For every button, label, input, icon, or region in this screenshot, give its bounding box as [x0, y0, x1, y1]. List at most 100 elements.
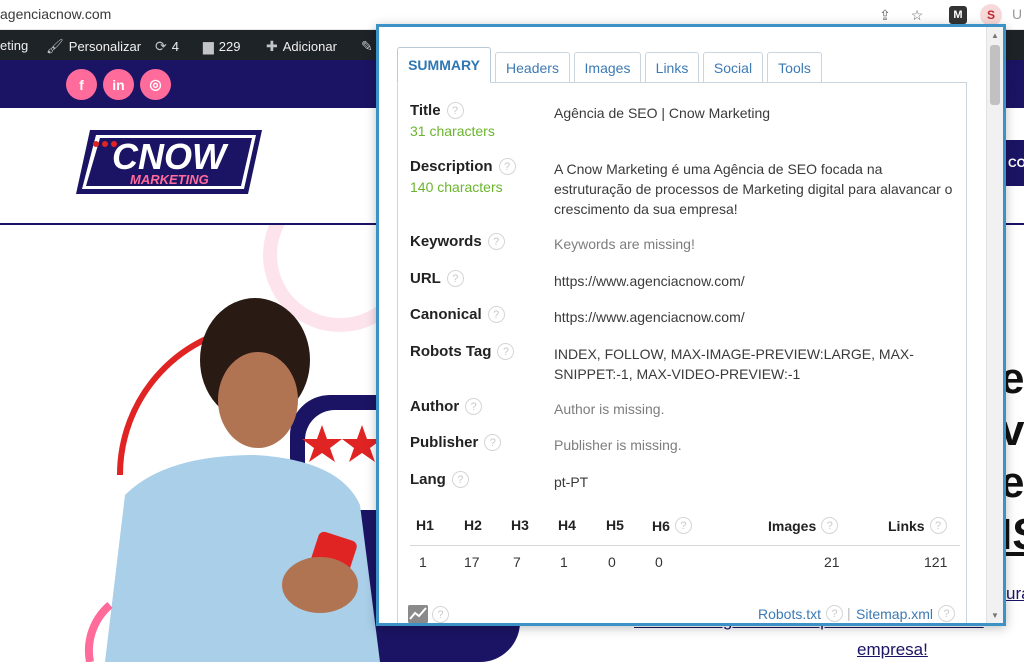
- publisher-value: Publisher is missing.: [554, 437, 682, 453]
- robots-txt-link[interactable]: Robots.txt: [758, 606, 821, 622]
- brush-icon: 🖌: [46, 38, 64, 54]
- h6-count: 0: [655, 554, 663, 570]
- row-label: Canonical: [410, 306, 482, 323]
- admin-site-label: eting: [0, 38, 29, 53]
- links-count: 121: [924, 554, 948, 570]
- description-value: A Cnow Marketing é uma Agência de SEO fo…: [554, 161, 953, 217]
- keywords-value: Keywords are missing!: [554, 236, 695, 252]
- instagram-icon[interactable]: ◎: [140, 69, 171, 100]
- updates-icon: ⟳: [155, 38, 167, 54]
- help-icon[interactable]: ?: [432, 606, 449, 623]
- admin-customize-link[interactable]: 🖌 Personalizar: [46, 38, 141, 55]
- help-icon[interactable]: ?: [498, 158, 516, 175]
- help-icon[interactable]: ?: [938, 605, 956, 622]
- heading-col-images: Images: [768, 517, 817, 534]
- h3-count: 7: [513, 554, 521, 570]
- cnow-logo[interactable]: CNOW MARKETING: [72, 124, 268, 200]
- tab-headers[interactable]: Headers: [495, 52, 570, 82]
- row-label: Author: [410, 398, 460, 415]
- summary-panel: Title? 31 characters Agência de SEO | Cn…: [397, 82, 967, 623]
- address-bar[interactable]: agenciacnow.com: [0, 6, 111, 22]
- h5-count: 0: [608, 554, 616, 570]
- heading-col-h5: H5: [606, 517, 624, 533]
- share-icon[interactable]: ⇪: [874, 4, 896, 26]
- extension-m-icon[interactable]: M: [949, 6, 967, 24]
- logo-text-bottom: MARKETING: [130, 172, 209, 187]
- row-label: Lang: [410, 471, 446, 488]
- tab-links[interactable]: Links: [645, 52, 699, 82]
- sitemap-xml-link[interactable]: Sitemap.xml: [856, 606, 933, 622]
- footer-separator: |: [847, 605, 851, 621]
- heading-col-h2: H2: [464, 517, 482, 533]
- heading-col-h6: H6: [652, 517, 670, 534]
- hero-subtext-line: empresa!: [857, 640, 928, 659]
- admin-edit-link[interactable]: ✎: [361, 38, 373, 55]
- author-value: Author is missing.: [554, 401, 665, 417]
- profile-letter[interactable]: U: [1012, 6, 1022, 22]
- help-icon[interactable]: ?: [826, 605, 844, 622]
- logo-text-top: CNOW: [112, 136, 229, 177]
- help-icon[interactable]: ?: [497, 343, 515, 360]
- help-icon[interactable]: ?: [484, 434, 502, 451]
- help-icon[interactable]: ?: [821, 517, 839, 534]
- url-value: https://www.agenciacnow.com/: [554, 273, 745, 289]
- admin-customize-label: Personalizar: [68, 39, 142, 54]
- admin-updates-count: 4: [171, 39, 179, 54]
- pencil-icon: ✎: [361, 38, 373, 54]
- admin-add-label: Adicionar: [282, 39, 337, 54]
- tab-tools[interactable]: Tools: [767, 52, 822, 82]
- popup-scrollbar[interactable]: ▲ ▼: [986, 27, 1003, 623]
- help-icon[interactable]: ?: [451, 471, 469, 488]
- h2-count: 17: [464, 554, 480, 570]
- plus-icon: ✚: [266, 38, 278, 54]
- tab-summary[interactable]: SUMMARY: [397, 47, 491, 83]
- title-value: Agência de SEO | Cnow Marketing: [554, 105, 771, 121]
- h1-count: 1: [419, 554, 427, 570]
- extension-seo-icon[interactable]: S: [980, 4, 1002, 26]
- linkedin-icon[interactable]: in: [103, 69, 134, 100]
- admin-comments-link[interactable]: ▆ 229: [203, 38, 240, 55]
- admin-comments-count: 229: [218, 39, 241, 54]
- tab-social[interactable]: Social: [703, 52, 763, 82]
- seo-extension-popup: ▲ ▼ SUMMARY Headers Images Links Social …: [376, 24, 1006, 626]
- chart-icon[interactable]: [408, 605, 428, 623]
- screen: agenciacnow.com ⇪ ☆ M S U eting 🖌 Person…: [0, 0, 1024, 662]
- facebook-icon[interactable]: f: [66, 69, 97, 100]
- scroll-down-icon[interactable]: ▼: [987, 607, 1003, 623]
- help-icon[interactable]: ?: [487, 233, 505, 250]
- heading-col-h1: H1: [416, 517, 434, 533]
- scroll-up-icon[interactable]: ▲: [987, 27, 1003, 43]
- admin-add-link[interactable]: ✚ Adicionar: [266, 38, 337, 55]
- row-label: URL: [410, 270, 441, 287]
- help-icon[interactable]: ?: [446, 102, 464, 119]
- lang-value: pt-PT: [554, 474, 589, 490]
- hero-subtext-line: ura: [1006, 584, 1024, 603]
- row-label: Description: [410, 158, 493, 175]
- star-icon[interactable]: ☆: [906, 4, 928, 26]
- heading-col-h3: H3: [511, 517, 529, 533]
- robots-value: INDEX, FOLLOW, MAX-IMAGE-PREVIEW:LARGE, …: [554, 346, 914, 382]
- help-icon[interactable]: ?: [487, 306, 505, 323]
- images-count: 21: [824, 554, 840, 570]
- help-icon[interactable]: ?: [446, 270, 464, 287]
- scroll-thumb[interactable]: [990, 45, 1000, 105]
- heading-col-h4: H4: [558, 517, 576, 533]
- row-label: Publisher: [410, 434, 479, 451]
- admin-updates-link[interactable]: ⟳ 4: [155, 38, 179, 55]
- row-label: Robots Tag: [410, 343, 492, 360]
- nav-snippet[interactable]: con: [1006, 78, 1024, 93]
- tab-images[interactable]: Images: [574, 52, 641, 82]
- title-char-count: 31 characters: [410, 123, 495, 139]
- description-char-count: 140 characters: [410, 179, 503, 195]
- row-label: Keywords: [410, 233, 482, 250]
- h4-count: 1: [560, 554, 568, 570]
- cta-button[interactable]: CO: [1006, 140, 1024, 186]
- comment-icon: ▆: [203, 38, 214, 54]
- help-icon[interactable]: ?: [465, 398, 483, 415]
- table-divider: [410, 545, 960, 546]
- row-label: Title: [410, 102, 441, 119]
- help-icon[interactable]: ?: [929, 517, 947, 534]
- admin-site-link[interactable]: eting: [0, 38, 28, 53]
- heading-col-links: Links: [888, 517, 925, 534]
- help-icon[interactable]: ?: [674, 517, 692, 534]
